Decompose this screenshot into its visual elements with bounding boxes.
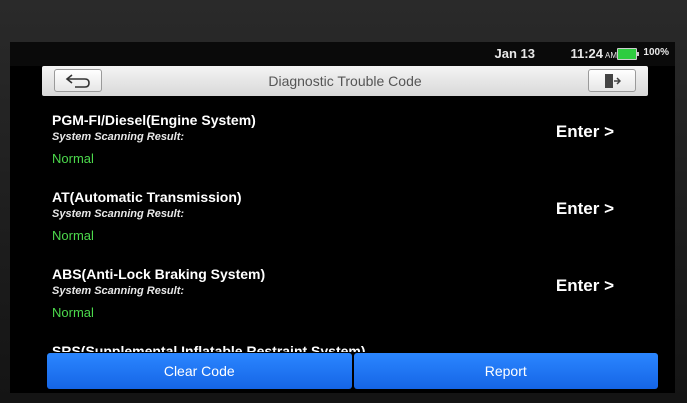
status-date: Jan 13 xyxy=(494,46,535,61)
system-list: PGM-FI/Diesel(Engine System) System Scan… xyxy=(42,98,648,352)
system-name: ABS(Anti-Lock Braking System) xyxy=(52,266,266,282)
status-time-value: 11:24 xyxy=(570,46,603,61)
battery-percent: 100% xyxy=(643,47,669,58)
list-item[interactable]: SRS(Supplemental Inflatable Restraint Sy… xyxy=(42,329,648,352)
list-item: PGM-FI/Diesel(Engine System) System Scan… xyxy=(42,98,648,176)
enter-button[interactable]: Enter > xyxy=(556,276,614,296)
title-bar: Diagnostic Trouble Code xyxy=(42,66,648,96)
status-ampm: AM xyxy=(605,51,617,60)
scan-result-status: Normal xyxy=(52,305,94,320)
report-button[interactable]: Report xyxy=(353,353,658,389)
clear-code-button[interactable]: Clear Code xyxy=(47,353,352,389)
page-title: Diagnostic Trouble Code xyxy=(268,73,422,89)
system-name: PGM-FI/Diesel(Engine System) xyxy=(52,112,256,128)
scan-result-label: System Scanning Result: xyxy=(52,285,185,297)
scan-result-label: System Scanning Result: xyxy=(52,208,185,220)
exit-door-icon xyxy=(605,73,621,88)
status-bar: Jan 13 11:24 AM 100% xyxy=(10,42,675,66)
scan-result-status: Normal xyxy=(52,228,94,243)
scan-result-status: Normal xyxy=(52,151,94,166)
battery-icon xyxy=(617,48,639,60)
screen: Jan 13 11:24 AM 100% Diagnostic Trouble C… xyxy=(10,42,675,393)
enter-button[interactable]: Enter > xyxy=(556,199,614,219)
system-name: AT(Automatic Transmission) xyxy=(52,189,242,205)
list-item: ABS(Anti-Lock Braking System) System Sca… xyxy=(42,252,648,330)
scan-result-label: System Scanning Result: xyxy=(52,131,185,143)
system-name: SRS(Supplemental Inflatable Restraint Sy… xyxy=(52,343,366,352)
exit-button[interactable] xyxy=(588,69,636,92)
status-time: 11:24 AM xyxy=(570,46,617,61)
list-item: AT(Automatic Transmission) System Scanni… xyxy=(42,175,648,253)
enter-button[interactable]: Enter > xyxy=(556,122,614,142)
action-bar: Clear Code Report xyxy=(47,353,658,389)
